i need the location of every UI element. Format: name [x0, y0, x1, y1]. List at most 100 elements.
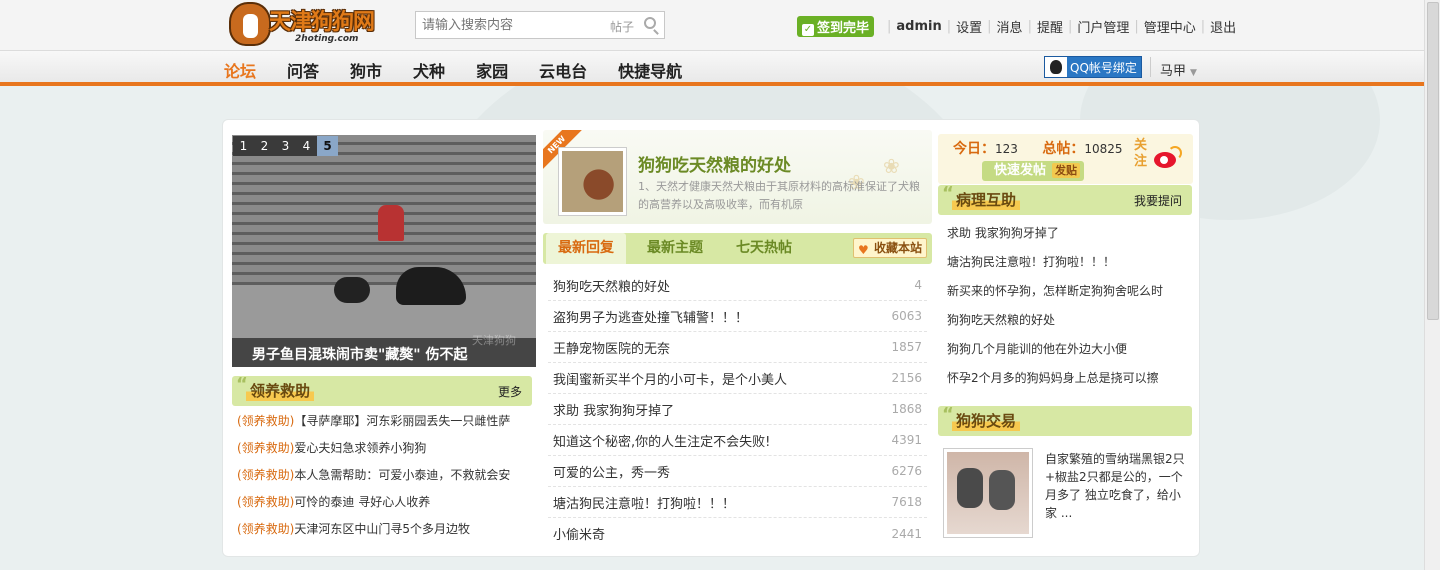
thread-title[interactable]: 知道这个秘密,你的人生注定不会失败! [553, 431, 770, 450]
table-row[interactable]: 可爱的公主，秀一秀 6276 [548, 456, 927, 487]
link-logout[interactable]: 退出 [1210, 17, 1236, 36]
user-links: ✓ 签到完毕 | admin | 设置 | 消息 | 提醒 | 门户管理 | 管理… [797, 15, 1236, 37]
table-row[interactable]: 塘沽狗民注意啦！打狗啦！！！ 7618 [548, 487, 927, 518]
table-row[interactable]: 小偷米奇 2441 [548, 518, 927, 549]
section-title: 病理互助 [952, 189, 1021, 210]
heart-icon: ♥ [857, 243, 869, 257]
nav-item-market[interactable]: 狗市 [350, 58, 382, 82]
stats-box: 今日：123 总帖：10825 快速发帖 发贴 关注 [938, 134, 1193, 184]
list-item[interactable]: 狗狗几个月能训的他在外边大小便 [947, 340, 1197, 369]
thread-count: 2441 [891, 526, 922, 541]
table-row[interactable]: 知道这个秘密,你的人生注定不会失败! 4391 [548, 425, 927, 456]
thread-count: 1868 [891, 402, 922, 416]
today-value: 123 [995, 142, 1018, 156]
divider: | [1134, 18, 1139, 34]
table-row[interactable]: 王静宠物医院的无奈 1857 [548, 332, 927, 363]
thread-title[interactable]: 我闺蜜新买半个月的小可卡，是个小美人 [553, 369, 787, 388]
adopt-list: (领养救助)【寻萨摩耶】河东彩丽园丢失一只雌性萨 (领养救助)爱心夫妇急求领养小… [237, 412, 537, 547]
tab-latest-reply[interactable]: 最新回复 [546, 233, 626, 264]
divider [1150, 57, 1151, 77]
list-item[interactable]: (领养救助)可怜的泰迪 寻好心人收养 [237, 493, 537, 520]
section-header-trade: “ 狗狗交易 [938, 404, 1192, 436]
weibo-icon[interactable] [1154, 146, 1182, 168]
trade-desc[interactable]: 自家繁殖的雪纳瑞黑银2只+椒盐2只都是公的，一个月多了 独立吃食了，给小家 ..… [1045, 450, 1185, 522]
search-input[interactable] [416, 12, 596, 38]
user-name: 马甲 [1160, 64, 1187, 79]
follow-label[interactable]: 关注 [1134, 138, 1148, 170]
scrollbar-thumb[interactable] [1427, 2, 1439, 320]
scrollbar[interactable] [1424, 0, 1440, 570]
bookmark-site-button[interactable]: ♥ 收藏本站 [852, 238, 927, 258]
today-label: 今日： [953, 141, 995, 157]
table-row[interactable]: 盗狗男子为逃查处撞飞辅警！！！ 6063 [548, 301, 927, 332]
logo-domain: 2hoting.com [295, 34, 359, 44]
thread-title[interactable]: 王静宠物医院的无奈 [553, 338, 670, 357]
list-item[interactable]: (领养救助)天津河东区中山门寻5个多月边牧 [237, 520, 537, 547]
list-item[interactable]: 新买来的怀孕狗，怎样断定狗狗舍呢么时 [947, 282, 1197, 311]
list-item[interactable]: (领养救助)本人急需帮助：可爱小泰迪，不救就会安 [237, 466, 537, 493]
link-admin[interactable]: admin [896, 19, 941, 34]
quick-post-button[interactable]: 快速发帖 发贴 [982, 161, 1085, 181]
tab-latest-topic[interactable]: 最新主题 [635, 233, 715, 264]
featured-title[interactable]: 狗狗吃天然粮的好处 [638, 151, 791, 176]
nav-item-breeds[interactable]: 犬种 [413, 58, 445, 82]
thread-title[interactable]: 狗狗吃天然粮的好处 [553, 276, 670, 295]
slide-tab-active[interactable]: 5 [317, 136, 338, 156]
trade-item[interactable]: 自家繁殖的雪纳瑞黑银2只+椒盐2只都是公的，一个月多了 独立吃食了，给小家 ..… [943, 448, 1193, 540]
content-card: 1 2 3 4 5 男子鱼目混珠闹市卖"藏獒" 伤不起 天津狗狗 “ 领养救助 … [222, 119, 1200, 557]
list-item[interactable]: 塘沽狗民注意啦！打狗啦！！！ [947, 253, 1197, 282]
list-item[interactable]: 怀孕2个月多的狗妈妈身上总是挠可以擦 [947, 369, 1197, 398]
total-label: 总帖： [1042, 141, 1085, 157]
thread-title[interactable]: 盗狗男子为逃查处撞飞辅警！！！ [553, 307, 748, 326]
logo-text: 天津狗狗网 [269, 10, 375, 35]
slide-tab[interactable]: 4 [296, 136, 317, 156]
nav-item-forum[interactable]: 论坛 [224, 58, 256, 82]
slide-tab[interactable]: 2 [254, 136, 275, 156]
link-portal-admin[interactable]: 门户管理 [1077, 17, 1129, 36]
divider: | [946, 18, 952, 34]
table-row[interactable]: 狗狗吃天然粮的好处 4 [548, 270, 927, 301]
list-item[interactable]: (领养救助)【寻萨摩耶】河东彩丽园丢失一只雌性萨 [237, 412, 537, 439]
nav-item-radio[interactable]: 云电台 [539, 58, 587, 82]
qq-bind-button[interactable]: QQ帐号绑定 [1044, 56, 1142, 78]
nav-item-quick-nav[interactable]: 快捷导航 [618, 58, 682, 82]
thread-title[interactable]: 可爱的公主，秀一秀 [553, 462, 670, 481]
table-row[interactable]: 求助 我家狗狗牙掉了 1868 [548, 394, 927, 425]
site-logo[interactable]: 天津狗狗网 2hoting.com [225, 0, 393, 50]
search-scope-select[interactable]: 帖子 [610, 18, 634, 35]
thread-title[interactable]: 小偷米奇 [553, 524, 605, 543]
thread-count: 6063 [891, 309, 922, 323]
slide-tab[interactable]: 1 [233, 136, 254, 156]
trade-thumbnail[interactable] [943, 448, 1033, 538]
user-menu[interactable]: 马甲 ▼ [1160, 60, 1197, 79]
list-item[interactable]: (领养救助)爱心夫妇急求领养小狗狗 [237, 439, 537, 466]
divider: | [887, 18, 892, 34]
nav-item-qa[interactable]: 问答 [287, 58, 319, 82]
slideshow-caption[interactable]: 男子鱼目混珠闹市卖"藏獒" 伤不起 天津狗狗 [232, 334, 536, 367]
divider: | [1027, 18, 1032, 34]
table-row[interactable]: 我闺蜜新买半个月的小可卡，是个小美人 2156 [548, 363, 927, 394]
tab-weekly-hot[interactable]: 七天热帖 [724, 233, 804, 264]
more-link[interactable]: 更多 [498, 383, 522, 400]
total-value: 10825 [1084, 142, 1123, 156]
thread-title[interactable]: 塘沽狗民注意啦！打狗啦！！！ [553, 493, 735, 512]
thread-tabs: 最新回复 最新主题 七天热帖 ♥ 收藏本站 [543, 233, 932, 264]
ask-question-link[interactable]: 我要提问 [1134, 192, 1182, 209]
link-messages[interactable]: 消息 [997, 17, 1023, 36]
paw-icon: ❀ [883, 154, 900, 178]
link-admin-center[interactable]: 管理中心 [1144, 17, 1196, 36]
featured-thumbnail[interactable] [558, 147, 627, 216]
link-reminders[interactable]: 提醒 [1037, 17, 1063, 36]
link-settings[interactable]: 设置 [956, 17, 982, 36]
checkin-button[interactable]: ✓ 签到完毕 [797, 15, 875, 37]
slide-tab[interactable]: 3 [275, 136, 296, 156]
search-icon[interactable] [644, 17, 656, 29]
thread-title[interactable]: 求助 我家狗狗牙掉了 [553, 400, 674, 419]
health-list: 求助 我家狗狗牙掉了 塘沽狗民注意啦！打狗啦！！！ 新买来的怀孕狗，怎样断定狗狗… [947, 224, 1197, 398]
stats-line: 今日：123 总帖：10825 [953, 138, 1123, 158]
header: 天津狗狗网 2hoting.com 帖子 ✓签到完毕 | admin | 设置 … [0, 0, 1424, 50]
thread-count: 4 [914, 278, 922, 292]
list-item[interactable]: 求助 我家狗狗牙掉了 [947, 224, 1197, 253]
list-item[interactable]: 狗狗吃天然粮的好处 [947, 311, 1197, 340]
nav-item-home[interactable]: 家园 [476, 58, 508, 82]
